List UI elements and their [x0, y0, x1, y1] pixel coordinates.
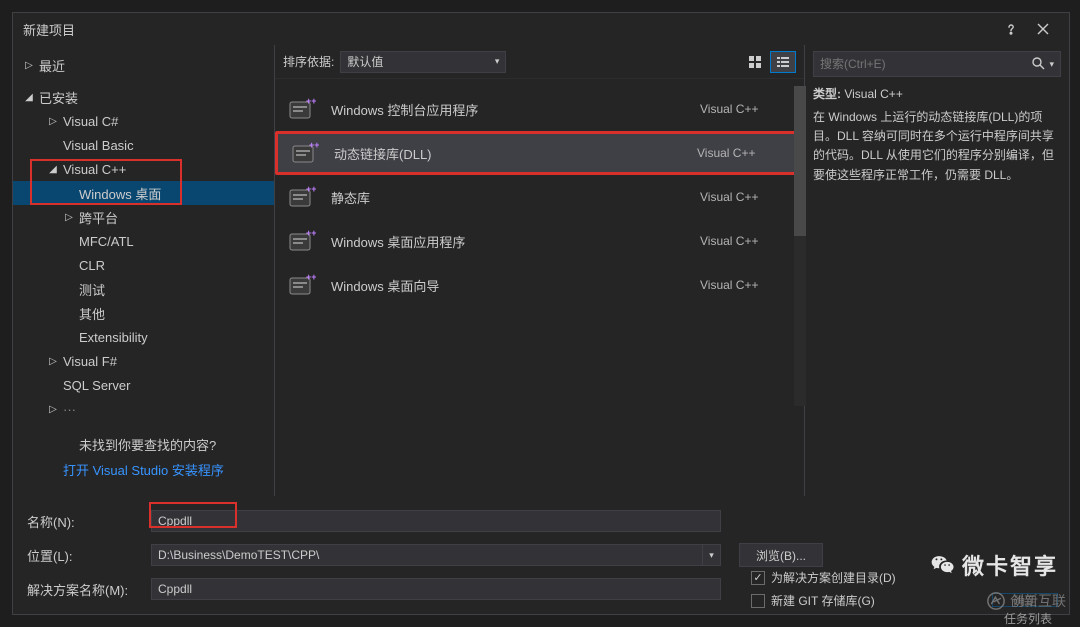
- template-kind: Visual C++: [700, 190, 790, 204]
- tree-item-other[interactable]: 其他: [13, 301, 274, 325]
- template-kind: Visual C++: [700, 278, 790, 292]
- template-icon: ++: [285, 226, 319, 256]
- svg-text:++: ++: [306, 184, 316, 194]
- template-kind: Visual C++: [700, 234, 790, 248]
- search-input[interactable]: ▾: [813, 51, 1061, 77]
- search-field[interactable]: [820, 57, 1031, 71]
- search-icon[interactable]: [1031, 56, 1045, 73]
- description-pane: ▾ 类型: Visual C++ 在 Windows 上运行的动态链接库(DLL…: [805, 45, 1069, 496]
- git-checkbox[interactable]: 新建 GIT 存储库(G): [751, 592, 896, 609]
- name-input[interactable]: [151, 510, 721, 532]
- tree-item-crossplat[interactable]: ▷跨平台: [13, 205, 274, 229]
- template-pane: 排序依据: 默认值 ▾ ++ Windows 控制台应用程序 Visual C: [275, 45, 805, 496]
- template-icon: ++: [285, 182, 319, 212]
- location-input[interactable]: [151, 544, 703, 566]
- dialog-footer: 名称(N): 位置(L): ▾ 浏览(B)... 解决方案名称(M): ✓为解决…: [13, 496, 1069, 614]
- type-line: 类型: Visual C++: [813, 85, 1061, 102]
- template-row[interactable]: ++ 动态链接库(DLL) Visual C++: [275, 131, 804, 175]
- view-list-icon[interactable]: [770, 51, 796, 73]
- template-icon: ++: [288, 138, 322, 168]
- template-name: Windows 桌面应用程序: [331, 232, 700, 251]
- dialog-titlebar: 新建项目: [13, 13, 1069, 45]
- solution-label: 解决方案名称(M):: [27, 580, 151, 599]
- dialog-title: 新建项目: [23, 20, 75, 39]
- tree-item-clr[interactable]: CLR: [13, 253, 274, 277]
- sort-select[interactable]: 默认值 ▾: [340, 51, 506, 73]
- close-icon[interactable]: [1027, 15, 1059, 43]
- tree-item-mfc[interactable]: MFC/ATL: [13, 229, 274, 253]
- tree-item-vfsharp[interactable]: ▷Visual F#: [13, 349, 274, 373]
- tree-item-recent[interactable]: ▷最近: [13, 53, 274, 77]
- tree-item-vcsharp[interactable]: ▷Visual C#: [13, 109, 274, 133]
- template-list[interactable]: ++ Windows 控制台应用程序 Visual C++ ++ 动态链接库(D…: [275, 79, 804, 315]
- location-history-dropdown[interactable]: ▾: [703, 544, 721, 566]
- name-label: 名称(N):: [27, 512, 151, 531]
- chevron-down-icon: ▾: [495, 56, 500, 67]
- location-label: 位置(L):: [27, 546, 151, 565]
- tree-item-truncated: ▷···: [13, 397, 274, 421]
- tree-item-test[interactable]: 测试: [13, 277, 274, 301]
- new-project-dialog: 新建项目 ▷最近 ◢已安装 ▷Visual C# ▷Visual Basic ◢…: [12, 12, 1070, 615]
- template-row[interactable]: ++ Windows 桌面应用程序 Visual C++: [275, 219, 804, 263]
- tree-not-found-text: 未找到你要查找的内容?: [13, 435, 274, 454]
- template-name: Windows 桌面向导: [331, 276, 700, 295]
- template-row[interactable]: ++ Windows 控制台应用程序 Visual C++: [275, 87, 804, 131]
- browse-button[interactable]: 浏览(B)...: [739, 543, 823, 567]
- open-installer-link[interactable]: 打开 Visual Studio 安装程序: [13, 460, 274, 479]
- template-name: 动态链接库(DLL): [334, 144, 697, 163]
- highlight-annotation: [30, 159, 182, 205]
- template-icon: ++: [285, 270, 319, 300]
- task-list-tab[interactable]: 任务列表: [1004, 610, 1052, 627]
- tree-item-vbasic[interactable]: ▷Visual Basic: [13, 133, 274, 157]
- template-row[interactable]: ++ Windows 桌面向导 Visual C++: [275, 263, 804, 307]
- watermark-wechat: 微卡智享: [930, 549, 1058, 581]
- view-grid-icon[interactable]: [742, 51, 768, 73]
- template-kind: Visual C++: [700, 102, 790, 116]
- sort-bar: 排序依据: 默认值 ▾: [275, 45, 804, 79]
- svg-text:++: ++: [306, 228, 316, 238]
- svg-text:++: ++: [306, 96, 316, 106]
- tree-item-extensibility[interactable]: Extensibility: [13, 325, 274, 349]
- template-row[interactable]: ++ 静态库 Visual C++: [275, 175, 804, 219]
- dropdown-icon[interactable]: ▾: [1049, 59, 1054, 70]
- template-icon: ++: [285, 94, 319, 124]
- template-kind: Visual C++: [697, 146, 787, 160]
- template-name: Windows 控制台应用程序: [331, 100, 700, 119]
- watermark-brand: 创新互联: [986, 591, 1066, 611]
- solution-input[interactable]: [151, 578, 721, 600]
- sort-label: 排序依据:: [283, 53, 334, 70]
- template-name: 静态库: [331, 188, 700, 207]
- tree-item-installed[interactable]: ◢已安装: [13, 85, 274, 109]
- tree-item-sqlserver[interactable]: ▷SQL Server: [13, 373, 274, 397]
- template-scrollbar[interactable]: [794, 86, 806, 406]
- svg-text:++: ++: [306, 272, 316, 282]
- create-dir-checkbox[interactable]: ✓为解决方案创建目录(D): [751, 569, 896, 586]
- help-icon[interactable]: [995, 15, 1027, 43]
- category-tree: ▷最近 ◢已安装 ▷Visual C# ▷Visual Basic ◢Visua…: [13, 45, 275, 496]
- svg-text:++: ++: [309, 140, 319, 150]
- template-description: 在 Windows 上运行的动态链接库(DLL)的项目。DLL 容纳可同时在多个…: [813, 108, 1061, 185]
